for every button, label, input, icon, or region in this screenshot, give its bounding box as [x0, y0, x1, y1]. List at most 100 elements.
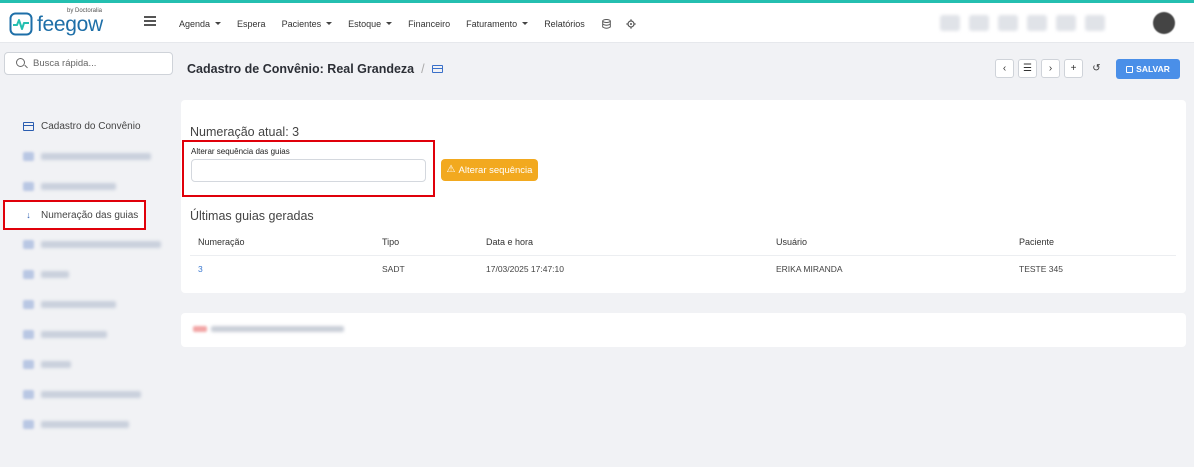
- nav-label: Agenda: [179, 18, 211, 29]
- sequence-field-label: Alterar sequência das guias: [191, 147, 290, 156]
- column-header: Data e hora: [486, 237, 534, 247]
- gear-icon[interactable]: [626, 18, 637, 29]
- nav-pacientes[interactable]: Pacientes: [282, 18, 333, 29]
- redacted-icon: [23, 419, 34, 429]
- nav-label: Espera: [237, 18, 266, 29]
- header-icon-button[interactable]: [1027, 15, 1047, 31]
- previous-button[interactable]: ‹: [995, 59, 1014, 78]
- logo-text: feegow: [37, 13, 103, 36]
- alter-sequence-label: Alterar sequência: [458, 164, 533, 176]
- redacted-icon: [23, 151, 34, 161]
- nav-label: Relatórios: [544, 18, 585, 29]
- redacted-label: [41, 270, 69, 278]
- column-header: Tipo: [382, 237, 400, 247]
- menu-toggle-icon[interactable]: [144, 16, 156, 26]
- warning-icon: ⚠: [446, 164, 456, 175]
- redacted-label: [41, 182, 116, 190]
- card-icon[interactable]: [431, 65, 443, 73]
- redacted-badge: [193, 326, 207, 332]
- redacted-text: [211, 326, 344, 332]
- caret-down-icon: [215, 22, 222, 25]
- top-navbar: by Doctoralia feegow Agenda Espera Pacie…: [0, 3, 1194, 43]
- column-header: Paciente: [1019, 237, 1055, 247]
- sidebar-item-redacted[interactable]: [5, 380, 168, 408]
- header-icon-button[interactable]: [940, 15, 960, 31]
- section-title: Últimas guias geradas: [190, 209, 314, 223]
- sidebar-item-label: Numeração das guias: [41, 209, 139, 221]
- nav-label: Financeiro: [408, 18, 451, 29]
- nav-estoque[interactable]: Estoque: [348, 18, 393, 29]
- caret-down-icon: [326, 22, 333, 25]
- sort-icon: ↓: [26, 209, 31, 220]
- sidebar-item-label: Cadastro do Convênio: [41, 120, 141, 132]
- redacted-icon: [23, 359, 34, 369]
- record-toolbar: ‹ ☰ › + ↺: [995, 59, 1106, 78]
- sidebar-item-redacted[interactable]: [5, 320, 168, 348]
- redacted-icon: [23, 299, 34, 309]
- redacted-icon: [23, 239, 34, 249]
- card-icon: [23, 121, 34, 131]
- redacted-label: [41, 420, 129, 428]
- redacted-icon: [23, 181, 34, 191]
- sidebar-item-redacted[interactable]: [5, 410, 168, 438]
- sidebar-item-cadastro[interactable]: Cadastro do Convênio: [5, 112, 168, 140]
- redacted-label: [41, 300, 116, 308]
- nav-agenda[interactable]: Agenda: [179, 18, 222, 29]
- table-cell: SADT: [382, 264, 405, 274]
- search-icon: [16, 58, 25, 67]
- redacted-label: [41, 390, 141, 398]
- redacted-label: [41, 330, 107, 338]
- database-icon[interactable]: [601, 18, 612, 29]
- nav-espera[interactable]: Espera: [237, 18, 266, 29]
- user-avatar[interactable]: [1153, 12, 1175, 34]
- next-button[interactable]: ›: [1041, 59, 1060, 78]
- redacted-icon: [23, 389, 34, 399]
- sidebar-item-redacted[interactable]: [5, 142, 168, 170]
- header-icon-button[interactable]: [1056, 15, 1076, 31]
- list-button[interactable]: ☰: [1018, 59, 1037, 78]
- redacted-icon: [23, 329, 34, 339]
- table-cell: ERIKA MIRANDA: [776, 264, 843, 274]
- header-icon-button[interactable]: [969, 15, 989, 31]
- table-cell: 17/03/2025 17:47:10: [486, 264, 564, 274]
- save-button[interactable]: SALVAR: [1116, 59, 1180, 79]
- sidebar-item-numeracao[interactable]: ↓ Numeração das guias: [3, 200, 146, 230]
- table-cell: TESTE 345: [1019, 264, 1063, 274]
- nav-label: Estoque: [348, 18, 382, 29]
- save-icon: [1126, 65, 1134, 73]
- redacted-label: [41, 152, 151, 160]
- sidebar-item-redacted[interactable]: [5, 290, 168, 318]
- main-nav: Agenda Espera Pacientes Estoque Financei…: [179, 18, 651, 29]
- sidebar-item-redacted[interactable]: [5, 350, 168, 378]
- history-button[interactable]: ↺: [1087, 59, 1106, 78]
- redacted-label: [41, 360, 71, 368]
- save-label: SALVAR: [1136, 64, 1170, 74]
- nav-financeiro[interactable]: Financeiro: [408, 18, 450, 29]
- add-button[interactable]: +: [1064, 59, 1083, 78]
- feegow-logo-icon: [9, 12, 33, 36]
- nav-relatorios[interactable]: Relatórios: [544, 18, 585, 29]
- search-input[interactable]: [33, 56, 163, 71]
- table-cell-link[interactable]: 3: [198, 264, 203, 274]
- sidebar-item-redacted[interactable]: [5, 172, 168, 200]
- nav-label: Pacientes: [281, 18, 322, 29]
- redacted-icon: [23, 269, 34, 279]
- column-header: Numeração: [198, 237, 245, 247]
- alter-sequence-button[interactable]: ⚠ Alterar sequência: [441, 159, 538, 181]
- feegow-logo[interactable]: by Doctoralia feegow: [9, 8, 129, 37]
- header-icon-button[interactable]: [1085, 15, 1105, 31]
- redacted-label: [41, 240, 161, 248]
- title-separator: /: [421, 62, 425, 76]
- caret-down-icon: [386, 22, 393, 25]
- table-divider: [190, 255, 1176, 256]
- sequence-input[interactable]: [191, 159, 426, 182]
- sidebar-item-redacted[interactable]: [5, 230, 168, 258]
- quick-search: [4, 52, 173, 75]
- caret-down-icon: [522, 22, 529, 25]
- column-header: Usuário: [776, 237, 808, 247]
- header-icon-button[interactable]: [998, 15, 1018, 31]
- sidebar-item-redacted[interactable]: [5, 260, 168, 288]
- nav-faturamento[interactable]: Faturamento: [466, 18, 529, 29]
- page-title: Cadastro de Convênio: Real Grandeza /: [187, 62, 443, 76]
- page-title-text: Cadastro de Convênio: Real Grandeza: [187, 62, 415, 76]
